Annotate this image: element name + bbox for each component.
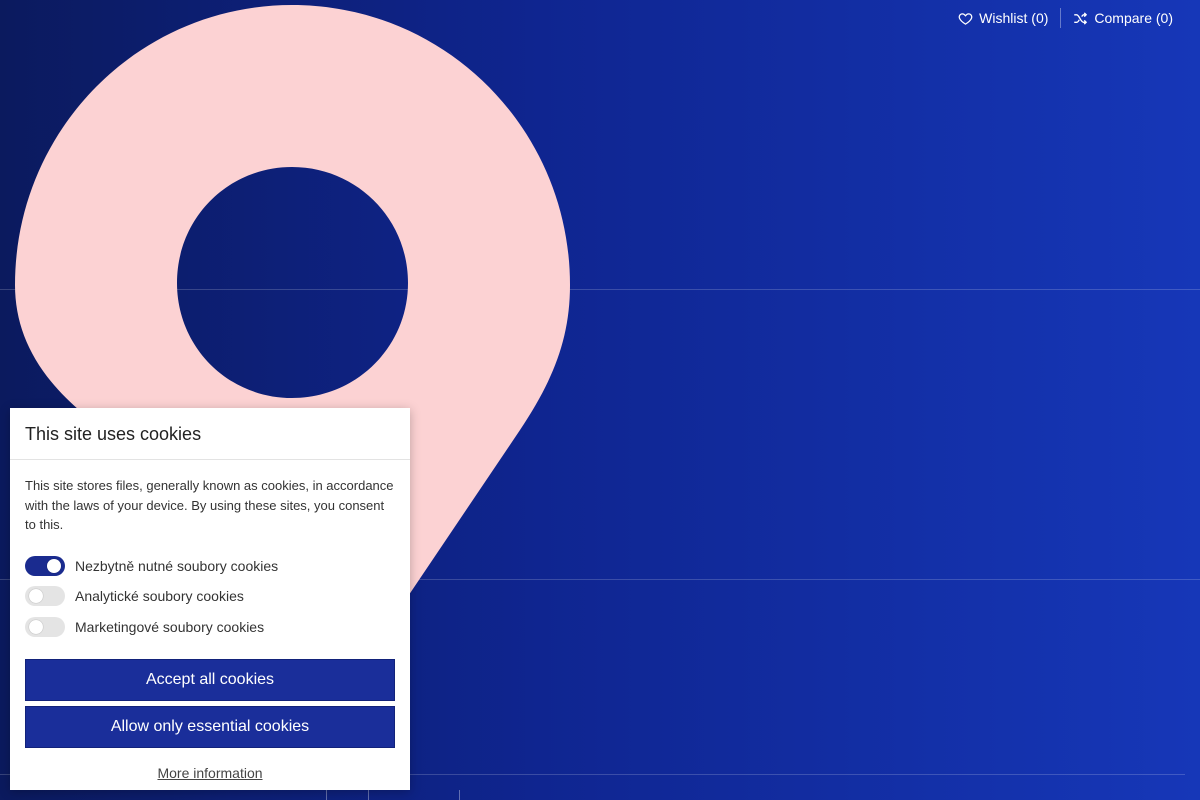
site-logo[interactable]: ●●●● [30, 793, 230, 800]
nav-separator [368, 790, 369, 800]
nav-separator [459, 790, 460, 800]
toggle-label: Nezbytně nutné soubory cookies [75, 557, 279, 574]
cookie-toggle-analytics: Analytické soubory cookies [25, 581, 395, 612]
switch-knob [47, 558, 61, 573]
wishlist-link[interactable]: Wishlist (0) [946, 10, 1060, 26]
switch-knob [29, 589, 43, 604]
toggle-label: Marketingové soubory cookies [75, 618, 265, 635]
compare-label: Compare (0) [1094, 10, 1173, 26]
cookie-dialog-title: This site uses cookies [10, 408, 410, 460]
toggle-label: Analytické soubory cookies [75, 588, 244, 605]
cookie-toggle-necessary: Nezbytně nutné soubory cookies [25, 551, 395, 582]
allow-essential-cookies-button[interactable]: Allow only essential cookies [25, 706, 395, 748]
more-information-link[interactable]: More information [25, 765, 395, 781]
heart-icon [958, 12, 973, 25]
necessary-cookies-switch[interactable] [25, 555, 65, 576]
marketing-cookies-switch[interactable] [25, 616, 65, 637]
cookie-toggle-marketing: Marketingové soubory cookies [25, 612, 395, 643]
cookie-consent-dialog: This site uses cookies This site stores … [10, 408, 410, 790]
analytics-cookies-switch[interactable] [25, 586, 65, 607]
cookie-description: This site stores files, generally known … [25, 478, 394, 532]
compare-link[interactable]: Compare (0) [1061, 10, 1185, 26]
switch-knob [29, 619, 43, 634]
wishlist-label: Wishlist (0) [979, 10, 1049, 26]
shuffle-icon [1074, 11, 1088, 25]
accept-all-cookies-button[interactable]: Accept all cookies [25, 659, 395, 701]
header-links: Wishlist (0) Compare (0) [946, 8, 1185, 28]
nav-separator [326, 790, 327, 800]
